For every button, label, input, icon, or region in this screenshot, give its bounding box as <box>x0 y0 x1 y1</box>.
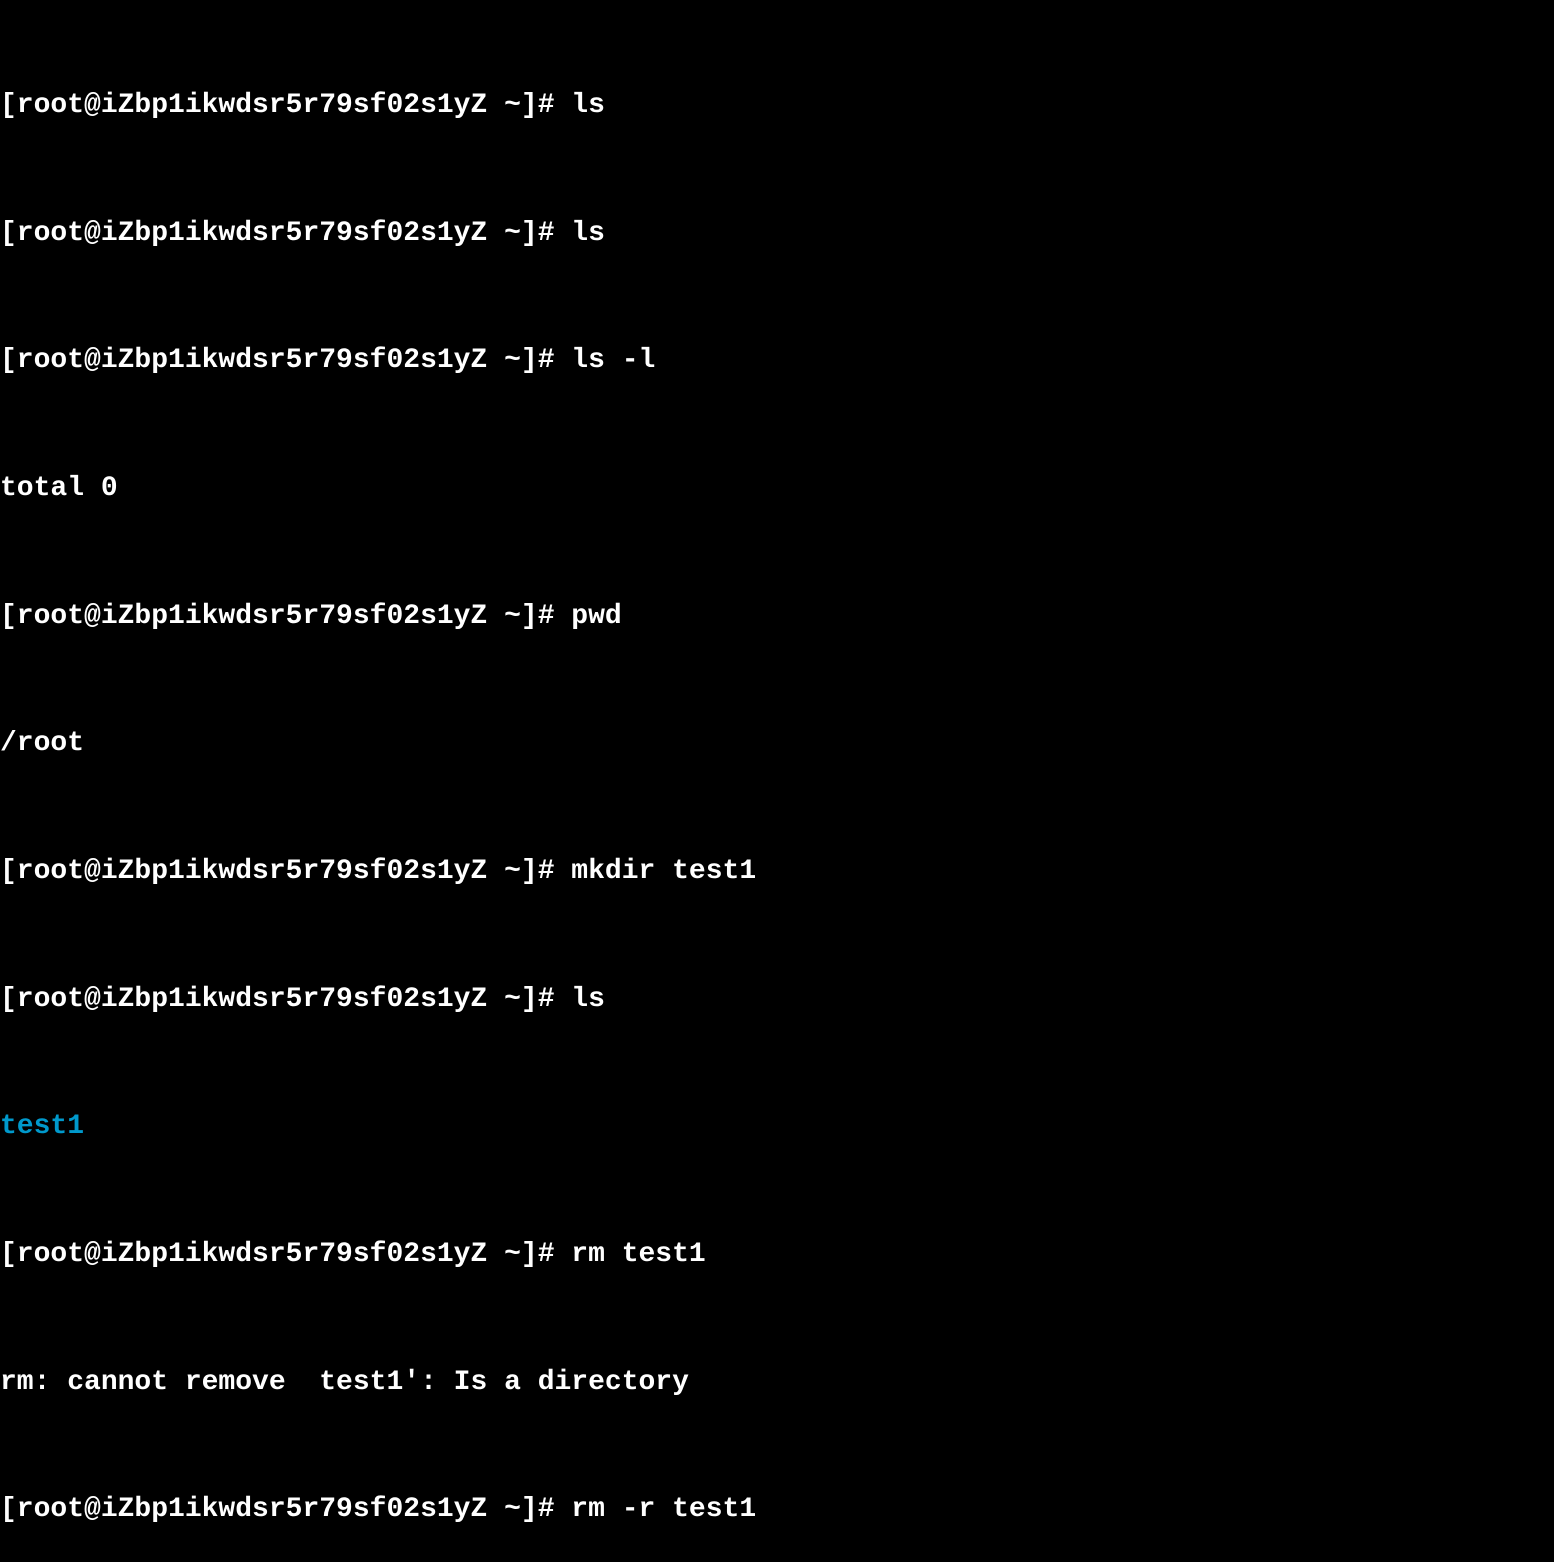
terminal-line: [root@iZbp1ikwdsr5r79sf02s1yZ ~]# ls -l <box>0 340 1554 383</box>
output-text: /root <box>0 728 84 759</box>
output-text: total 0 <box>0 473 118 504</box>
command-text: rm -r test1 <box>571 1494 756 1525</box>
command-text: mkdir test1 <box>571 856 756 887</box>
command-text: rm test1 <box>571 1239 705 1270</box>
terminal-line: test1 <box>0 1106 1554 1149</box>
shell-prompt: [root@iZbp1ikwdsr5r79sf02s1yZ ~]# <box>0 345 571 376</box>
shell-prompt: [root@iZbp1ikwdsr5r79sf02s1yZ ~]# <box>0 218 571 249</box>
terminal-window[interactable]: [root@iZbp1ikwdsr5r79sf02s1yZ ~]# ls [ro… <box>0 0 1554 1562</box>
command-text: ls -l <box>571 345 655 376</box>
directory-name: test1 <box>0 1111 84 1142</box>
shell-prompt: [root@iZbp1ikwdsr5r79sf02s1yZ ~]# <box>0 984 571 1015</box>
terminal-line: [root@iZbp1ikwdsr5r79sf02s1yZ ~]# ls <box>0 213 1554 256</box>
output-text: rm: cannot remove test1': Is a directory <box>0 1367 689 1398</box>
command-text: ls <box>571 984 605 1015</box>
terminal-line: rm: cannot remove test1': Is a directory <box>0 1362 1554 1405</box>
command-text: ls <box>571 218 605 249</box>
shell-prompt: [root@iZbp1ikwdsr5r79sf02s1yZ ~]# <box>0 90 571 121</box>
terminal-line: [root@iZbp1ikwdsr5r79sf02s1yZ ~]# rm tes… <box>0 1234 1554 1277</box>
shell-prompt: [root@iZbp1ikwdsr5r79sf02s1yZ ~]# <box>0 856 571 887</box>
shell-prompt: [root@iZbp1ikwdsr5r79sf02s1yZ ~]# <box>0 1239 571 1270</box>
terminal-line: [root@iZbp1ikwdsr5r79sf02s1yZ ~]# ls <box>0 85 1554 128</box>
terminal-line: [root@iZbp1ikwdsr5r79sf02s1yZ ~]# pwd <box>0 596 1554 639</box>
terminal-line: [root@iZbp1ikwdsr5r79sf02s1yZ ~]# rm -r … <box>0 1489 1554 1532</box>
terminal-line: total 0 <box>0 468 1554 511</box>
terminal-line: [root@iZbp1ikwdsr5r79sf02s1yZ ~]# ls <box>0 979 1554 1022</box>
command-text: pwd <box>571 601 621 632</box>
shell-prompt: [root@iZbp1ikwdsr5r79sf02s1yZ ~]# <box>0 601 571 632</box>
shell-prompt: [root@iZbp1ikwdsr5r79sf02s1yZ ~]# <box>0 1494 571 1525</box>
terminal-line: /root <box>0 723 1554 766</box>
terminal-line: [root@iZbp1ikwdsr5r79sf02s1yZ ~]# mkdir … <box>0 851 1554 894</box>
command-text: ls <box>571 90 605 121</box>
